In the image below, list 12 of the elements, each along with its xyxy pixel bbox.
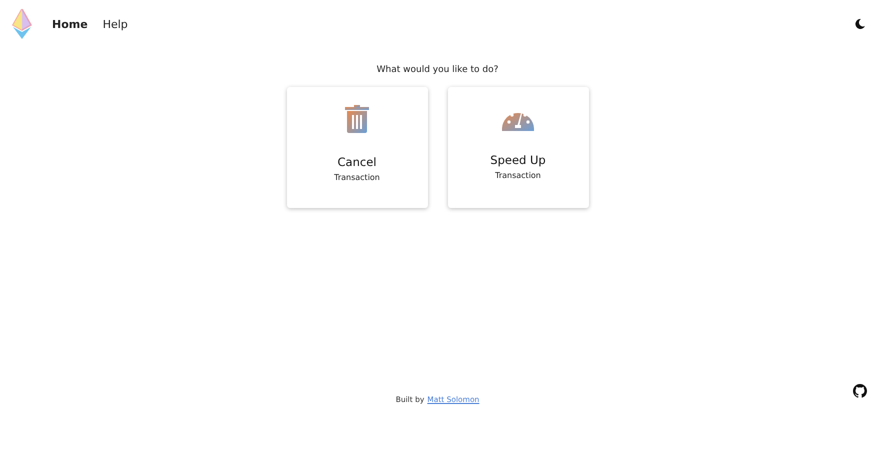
- github-icon[interactable]: [853, 384, 867, 398]
- nav-link[interactable]: Home: [52, 18, 88, 30]
- card-title: Speed Up: [490, 153, 546, 167]
- card-title: Cancel: [338, 155, 376, 169]
- card-subtitle: Transaction: [495, 171, 541, 180]
- action-card[interactable]: Cancel Transaction: [286, 87, 428, 208]
- action-card[interactable]: Speed Up Transaction: [448, 87, 588, 208]
- card-subtitle: Transaction: [334, 173, 380, 182]
- nav-link[interactable]: Help: [102, 18, 128, 30]
- trash-icon: [345, 105, 369, 133]
- prompt-text: What would you like to do?: [376, 65, 498, 75]
- moon-icon[interactable]: [855, 19, 865, 29]
